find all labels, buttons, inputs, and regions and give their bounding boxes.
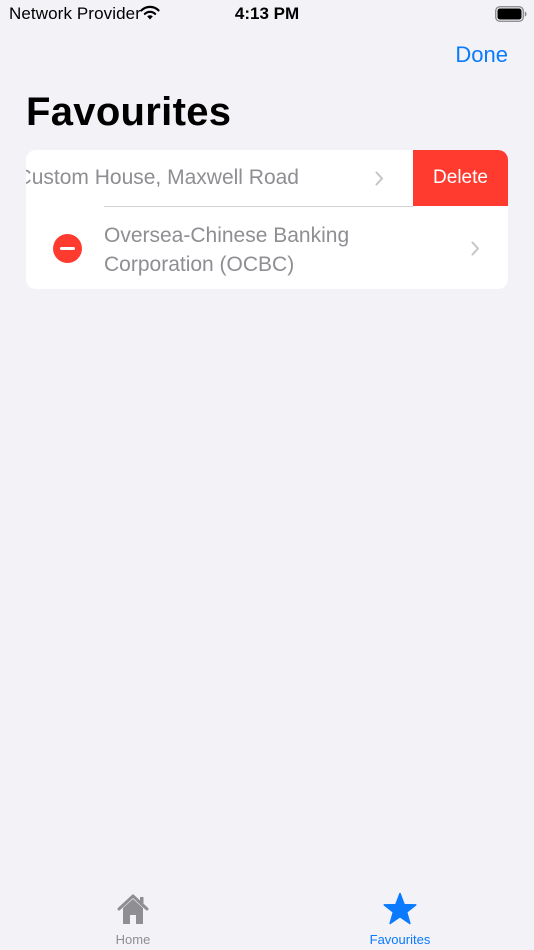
tab-favourites-label: Favourites <box>369 932 431 947</box>
star-icon <box>383 892 417 925</box>
favourites-list: Custom House, Maxwell Road Delete Overse… <box>26 150 508 289</box>
battery-icon <box>495 6 527 22</box>
status-bar: Network Provider 4:13 PM <box>0 0 534 28</box>
status-time: 4:13 PM <box>234 4 300 23</box>
tab-favourites[interactable]: Favourites <box>330 880 470 950</box>
tab-home-label: Home <box>115 932 151 947</box>
list-item-label: Oversea-Chinese Banking Corporation (OCB… <box>104 224 350 276</box>
page-title: Favourites <box>26 90 232 134</box>
tab-home[interactable]: Home <box>63 880 203 950</box>
remove-minus-icon[interactable] <box>53 234 82 263</box>
done-button[interactable]: Done <box>455 42 508 68</box>
chevron-right-icon <box>375 171 383 186</box>
list-item[interactable]: Oversea-Chinese Banking Corporation (OCB… <box>26 207 508 289</box>
house-icon <box>117 894 149 924</box>
delete-button[interactable]: Delete <box>413 150 508 206</box>
list-item-label: Custom House, Maxwell Road <box>26 166 299 189</box>
chevron-right-icon <box>471 241 479 256</box>
tab-bar: Home Favourites <box>0 880 534 950</box>
